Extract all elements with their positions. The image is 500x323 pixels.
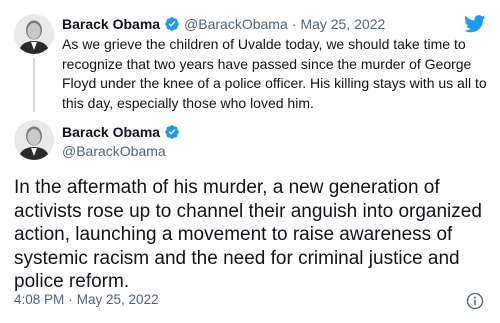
tweet-text-line: police reform. <box>14 271 130 292</box>
tweet-date: May 25, 2022 <box>76 292 159 307</box>
thread-connector <box>33 58 35 112</box>
tweet-header: Barack Obama @BarackObama · May 25, 2022 <box>62 14 385 33</box>
tweet-date[interactable]: May 25, 2022 <box>300 16 385 32</box>
main-tweet-text: In the aftermath of his murder, a new ge… <box>14 176 494 294</box>
author-handle[interactable]: @BarackObama <box>184 16 288 32</box>
tweet-text-line: this day, especially those who loved him… <box>62 94 314 111</box>
info-icon[interactable] <box>466 292 484 310</box>
tweet-text-line: recognize that two years have passed sin… <box>62 55 472 72</box>
avatar[interactable] <box>14 14 54 54</box>
tweet-text-line: action, launching a movement to raise aw… <box>14 224 453 245</box>
author-name[interactable]: Barack Obama <box>62 124 160 140</box>
tweet-text-line: systemic racism and the need for crimina… <box>14 247 460 269</box>
separator: · <box>68 292 73 307</box>
verified-badge-icon <box>165 124 179 139</box>
author-name[interactable]: Barack Obama <box>62 16 160 32</box>
separator: · <box>291 15 297 32</box>
avatar-photo <box>14 14 54 54</box>
tweet-text-line: In the aftermath of his murder, a new ge… <box>14 177 440 198</box>
main-tweet-header: Barack Obama <box>62 122 180 141</box>
avatar[interactable] <box>14 120 54 160</box>
twitter-bird-icon[interactable] <box>464 15 486 33</box>
avatar-photo <box>14 120 54 160</box>
tweet-timestamp[interactable]: 4:08 PM · May 25, 2022 <box>14 292 159 307</box>
author-handle[interactable]: @BarackObama <box>62 143 166 159</box>
tweet-text-line: As we grieve the children of Uvalde toda… <box>62 36 466 52</box>
tweet-text-line: activists rose up to channel their angui… <box>14 200 482 222</box>
verified-badge-icon <box>165 16 179 31</box>
tweet-text: As we grieve the children of Uvalde toda… <box>62 35 494 113</box>
tweet-text-line: Floyd under the knee of a police officer… <box>62 75 487 91</box>
tweet-time: 4:08 PM <box>14 292 65 307</box>
